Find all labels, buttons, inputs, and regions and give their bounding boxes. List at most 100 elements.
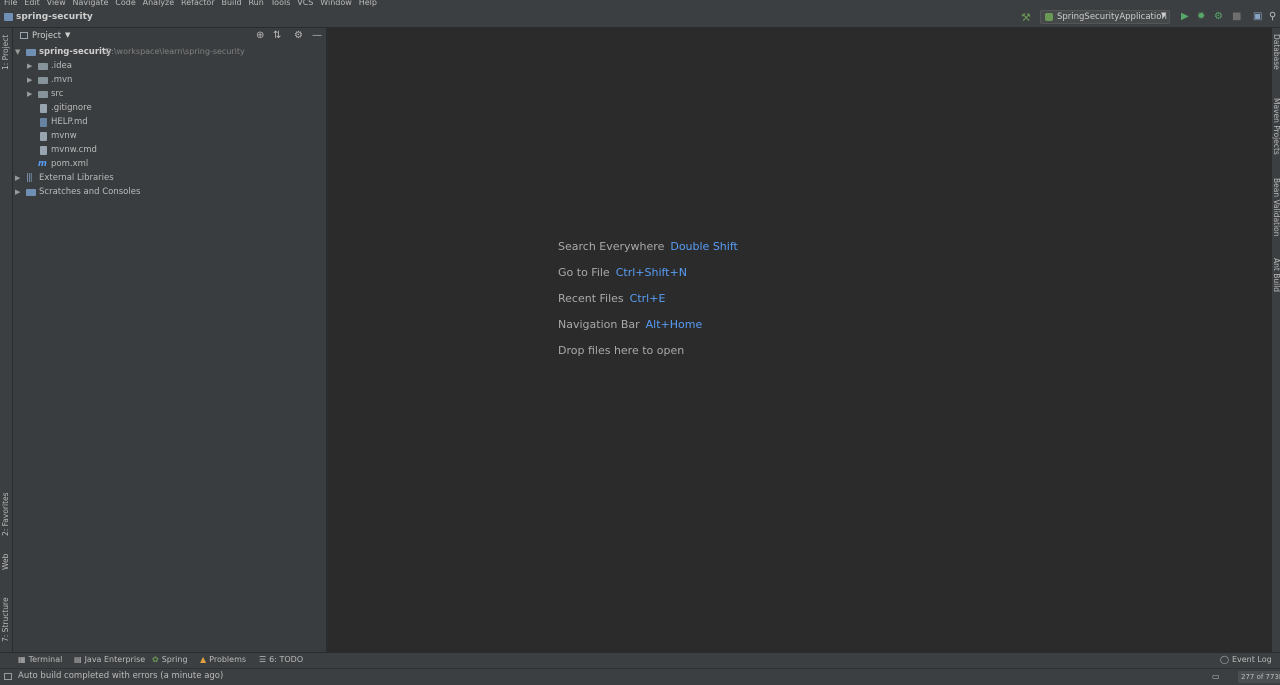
navigation-bar: spring-security ⚒ SpringSecurityApplicat… xyxy=(0,7,1280,28)
shortcut-key: Alt+Home xyxy=(645,318,703,331)
tree-item-label: .mvn xyxy=(51,75,73,85)
menu-tools[interactable]: Tools xyxy=(271,0,291,7)
menu-vcs[interactable]: VCS xyxy=(297,0,313,7)
shortcut-key: Ctrl+E xyxy=(629,292,666,305)
tree-item-external-libraries[interactable]: ▶ ||| External Libraries xyxy=(13,171,327,185)
hint-go-to-file: Go to File Ctrl+Shift+N xyxy=(558,266,687,279)
menu-refactor[interactable]: Refactor xyxy=(181,0,215,7)
search-icon[interactable]: ⚲ xyxy=(1269,11,1276,22)
chevron-down-icon[interactable]: ▼ xyxy=(15,45,20,59)
project-panel-header: Project ▼ ⊕ ⇅ ⚙ — xyxy=(13,28,327,44)
tree-item-scratches[interactable]: ▶ Scratches and Consoles xyxy=(13,185,327,199)
java-enterprise-icon: ▤ xyxy=(74,655,82,664)
menu-file[interactable]: File xyxy=(4,0,17,7)
tab-web[interactable]: Web xyxy=(0,548,13,578)
editor-empty-area[interactable]: Search Everywhere Double Shift Go to File… xyxy=(328,28,1271,652)
tree-item-src[interactable]: ▶ src xyxy=(13,87,327,101)
scratches-icon xyxy=(26,189,36,196)
tree-item-label: src xyxy=(51,89,64,99)
shortcut-key: Ctrl+Shift+N xyxy=(615,266,687,279)
chevron-right-icon[interactable]: ▶ xyxy=(27,59,32,73)
tree-item-label: .idea xyxy=(51,61,72,71)
menu-help[interactable]: Help xyxy=(359,0,377,7)
menu-bar: File Edit View Navigate Code Analyze Ref… xyxy=(0,0,1280,7)
chevron-right-icon[interactable]: ▶ xyxy=(15,185,20,199)
hint-recent-files: Recent Files Ctrl+E xyxy=(558,292,666,305)
toggle-tool-windows-icon[interactable] xyxy=(4,673,12,680)
tab-maven-projects[interactable]: Maven Projects xyxy=(1272,98,1280,155)
status-bar: Auto build completed with errors (a minu… xyxy=(0,668,1280,685)
menu-window[interactable]: Window xyxy=(320,0,352,7)
tab-todo[interactable]: ☰ 6: TODO xyxy=(259,655,303,664)
folder-icon xyxy=(38,63,48,70)
tab-project[interactable]: 1: Project xyxy=(0,32,13,82)
tree-root-label: spring-security xyxy=(39,47,112,57)
module-folder-icon xyxy=(26,49,36,56)
stop-icon[interactable]: ■ xyxy=(1232,11,1241,22)
menu-run[interactable]: Run xyxy=(248,0,263,7)
coverage-icon[interactable]: ⚙ xyxy=(1214,11,1223,22)
tree-item-label: mvnw.cmd xyxy=(51,145,97,155)
menu-edit[interactable]: Edit xyxy=(24,0,40,7)
lock-icon[interactable]: ▭ xyxy=(1212,672,1220,681)
maven-icon: m xyxy=(38,159,47,169)
file-icon xyxy=(40,132,47,141)
menu-build[interactable]: Build xyxy=(221,0,241,7)
chevron-right-icon[interactable]: ▶ xyxy=(27,87,32,101)
status-message[interactable]: Auto build completed with errors (a minu… xyxy=(18,671,223,681)
hint-search-everywhere: Search Everywhere Double Shift xyxy=(558,240,738,253)
project-view-select[interactable]: Project xyxy=(32,31,61,41)
menu-view[interactable]: View xyxy=(47,0,66,7)
project-tool-window: Project ▼ ⊕ ⇅ ⚙ — ▼ spring-security D:\w… xyxy=(13,28,327,652)
tree-item-mvn[interactable]: ▶ .mvn xyxy=(13,73,327,87)
tree-item-mvnw[interactable]: mvnw xyxy=(13,129,327,143)
tab-ant-build[interactable]: Ant Build xyxy=(1272,258,1280,292)
chevron-down-icon[interactable]: ▼ xyxy=(65,31,70,39)
tab-favorites[interactable]: 2: Favorites xyxy=(0,484,13,540)
project-structure-icon[interactable]: ▣ xyxy=(1253,11,1262,22)
chevron-right-icon[interactable]: ▶ xyxy=(27,73,32,87)
tree-item-help-md[interactable]: HELP.md xyxy=(13,115,327,129)
run-configuration-label: SpringSecurityApplication xyxy=(1057,12,1167,22)
hide-panel-icon[interactable]: — xyxy=(312,30,322,41)
tree-root-path: D:\workspace\learn\spring-security xyxy=(105,47,245,56)
folder-icon xyxy=(38,77,48,84)
shortcut-key: Double Shift xyxy=(670,240,738,253)
tab-terminal[interactable]: ▦ Terminal xyxy=(18,655,62,664)
chevron-right-icon[interactable]: ▶ xyxy=(15,171,20,185)
tab-problems[interactable]: ▲ Problems xyxy=(200,655,246,664)
todo-list-icon: ☰ xyxy=(259,655,267,664)
spring-leaf-icon: ✿ xyxy=(152,655,159,664)
nav-project-name[interactable]: spring-security xyxy=(16,12,93,22)
project-folder-icon xyxy=(4,13,13,21)
tab-database[interactable]: Database xyxy=(1272,34,1280,70)
debug-icon[interactable]: ✹ xyxy=(1197,11,1205,22)
menu-navigate[interactable]: Navigate xyxy=(73,0,109,7)
run-configuration-select[interactable]: SpringSecurityApplication ▼ xyxy=(1040,10,1170,24)
event-log-icon: ◯ xyxy=(1220,655,1229,664)
menu-code[interactable]: Code xyxy=(115,0,135,7)
gear-icon[interactable]: ⚙ xyxy=(294,30,303,41)
hint-navigation-bar: Navigation Bar Alt+Home xyxy=(558,318,703,331)
tab-structure[interactable]: 7: Structure xyxy=(0,588,13,648)
tab-event-log[interactable]: ◯ Event Log xyxy=(1220,655,1272,664)
tree-item-gitignore[interactable]: .gitignore xyxy=(13,101,327,115)
tree-item-idea[interactable]: ▶ .idea xyxy=(13,59,327,73)
build-hammer-icon[interactable]: ⚒ xyxy=(1021,11,1031,24)
tab-java-enterprise[interactable]: ▤ Java Enterprise xyxy=(74,655,145,664)
tree-item-pom-xml[interactable]: m pom.xml xyxy=(13,157,327,171)
hint-drop-files: Drop files here to open xyxy=(558,344,685,357)
collapse-all-icon[interactable]: ⇅ xyxy=(273,30,281,41)
menu-analyze[interactable]: Analyze xyxy=(143,0,175,7)
project-view-icon xyxy=(20,32,28,39)
run-icon[interactable]: ▶ xyxy=(1181,11,1189,22)
file-icon xyxy=(40,104,47,113)
locate-icon[interactable]: ⊕ xyxy=(256,30,264,41)
terminal-icon: ▦ xyxy=(18,655,26,664)
memory-indicator[interactable]: 277 of 773M xyxy=(1238,671,1280,683)
chevron-down-icon: ▼ xyxy=(1161,11,1167,19)
tab-spring[interactable]: ✿ Spring xyxy=(152,655,188,664)
tab-bean-validation[interactable]: Bean Validation xyxy=(1272,178,1280,237)
tree-item-mvnw-cmd[interactable]: mvnw.cmd xyxy=(13,143,327,157)
tree-root-spring-security[interactable]: ▼ spring-security D:\workspace\learn\spr… xyxy=(13,45,327,59)
